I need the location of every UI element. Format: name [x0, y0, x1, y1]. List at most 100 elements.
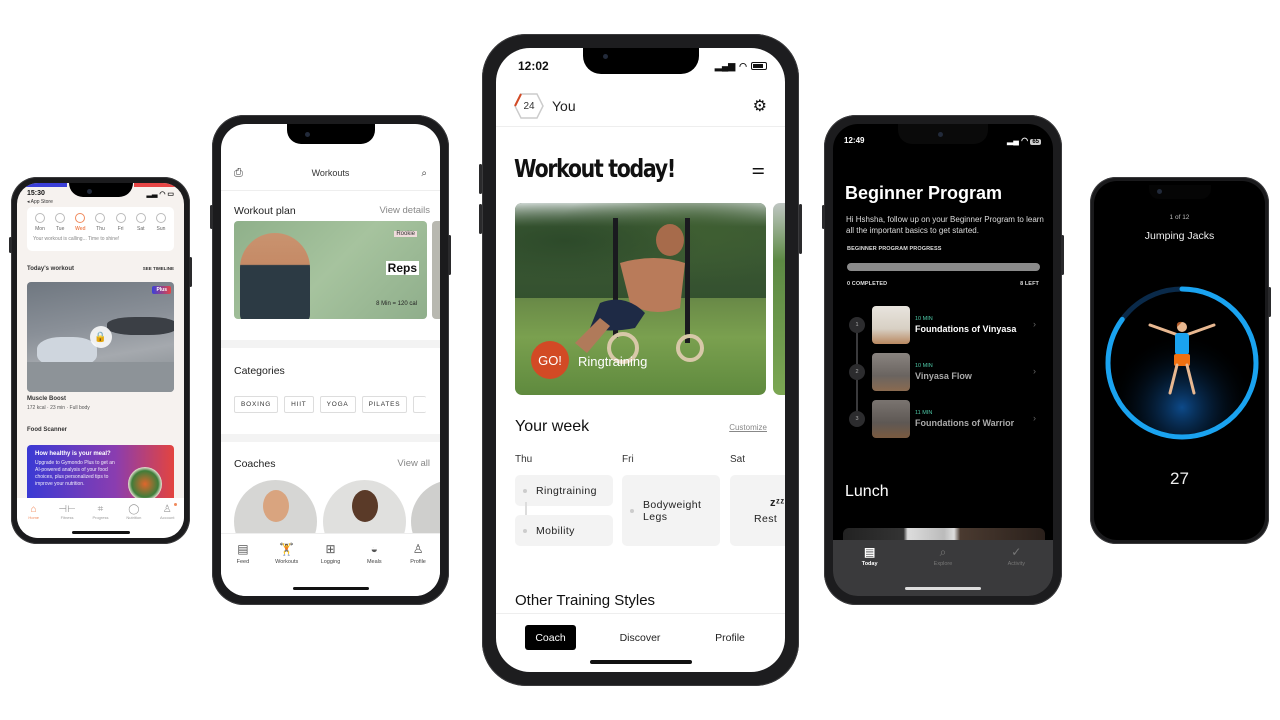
categories-header: Categories: [234, 365, 430, 377]
exercise-counter: 1 of 12: [1169, 214, 1190, 221]
rest-day-card[interactable]: zᶻᶻ Rest: [730, 475, 785, 546]
coach-face: [351, 490, 378, 522]
workout-name: Bodyweight Legs: [643, 498, 702, 523]
power-button: [1061, 235, 1064, 275]
profile-label[interactable]: You: [552, 98, 576, 114]
nav-profile[interactable]: Profile: [704, 625, 756, 650]
see-timeline-link[interactable]: SEE TIMELINE: [143, 266, 174, 272]
account-icon: ♙: [162, 504, 172, 515]
week-workout-item[interactable]: Bodyweight Legs: [622, 475, 720, 546]
phone-coach-today: 12:02 ▂▄▆ ◠ 24 You ⚙ Workout today! ⚌ GO…: [479, 34, 802, 686]
tab-label: Home: [28, 515, 40, 520]
nav-discover[interactable]: Discover: [610, 625, 670, 650]
week-day-fri[interactable]: Fri: [112, 213, 130, 232]
remaining-count: 8 LEFT: [1020, 281, 1039, 287]
workout-image-card[interactable]: Plus 🔒: [27, 282, 174, 392]
customize-link[interactable]: Customize: [729, 423, 767, 432]
profile-icon: ♙: [412, 542, 424, 556]
workout-plan-header: Workout plan View details: [234, 205, 430, 217]
category-chip-boxing[interactable]: BOXING: [234, 396, 279, 413]
phone-workouts: ⎙ Workouts ⌕ Workout plan View details R…: [210, 115, 451, 605]
sleep-icon: zᶻᶻ: [770, 496, 785, 509]
battery-icon: 65: [1030, 139, 1041, 145]
week-day-thu[interactable]: Thu: [91, 213, 109, 232]
tab-label: Today: [861, 561, 878, 567]
athlete-figure: [107, 317, 174, 335]
workout-plan-card[interactable]: Rookie Reps 8 Min = 120 cal: [234, 221, 427, 319]
wifi-icon: ◠: [739, 60, 747, 71]
progress-icon: ⌗: [97, 504, 104, 515]
home-indicator: [905, 587, 981, 590]
exercise-name: Jumping Jacks: [1144, 230, 1215, 242]
program-title: Beginner Program: [845, 183, 1003, 203]
tab-label: Activity: [1007, 561, 1026, 567]
tab-today[interactable]: ▤ Today: [845, 545, 895, 596]
salad-bowl-image: [128, 467, 162, 501]
workout-name: Mobility: [536, 524, 575, 537]
section-heading: Workout plan: [234, 205, 296, 217]
volume-button: [479, 164, 482, 194]
volume-button: [822, 205, 825, 229]
saved-workouts-icon[interactable]: ⎙: [234, 167, 243, 180]
power-button: [448, 235, 451, 275]
lesson-number: 1: [849, 317, 865, 333]
streak-badge[interactable]: 24: [514, 93, 544, 119]
workout-title: Muscle Boost: [27, 396, 67, 402]
category-chip-yoga[interactable]: YOGA: [319, 396, 356, 413]
category-chip-pilates[interactable]: PILATES: [361, 396, 408, 413]
activity-icon: ✓: [1011, 545, 1022, 559]
fitness-icon: ⊣⊢: [58, 504, 76, 515]
view-details-link[interactable]: View details: [379, 205, 430, 217]
day-label: Sat: [730, 454, 746, 465]
search-icon[interactable]: ⌕: [421, 168, 427, 179]
food-card-body: Upgrade to Gymondo Plus to get an AI-pow…: [35, 460, 115, 487]
week-day-tue[interactable]: Tue: [51, 213, 69, 232]
category-chip-more[interactable]: [413, 396, 427, 413]
chevron-right-icon: ›: [1033, 366, 1036, 376]
back-to-app-store-link[interactable]: ◂ App Store: [27, 199, 53, 205]
category-chip-hiit[interactable]: HIIT: [284, 396, 314, 413]
lesson-name: Foundations of Vinyasa: [915, 324, 1017, 334]
workout-hero-card[interactable]: GO! Ringtraining: [515, 203, 766, 395]
rest-label: Rest: [754, 512, 778, 525]
power-button: [799, 204, 802, 254]
signal-icon: ▂▄▆: [714, 60, 736, 71]
gear-icon[interactable]: ⚙: [753, 96, 767, 116]
tab-account[interactable]: ♙ Account: [153, 503, 181, 538]
program-progress-bar: [847, 263, 1040, 271]
week-workout-item[interactable]: Mobility: [515, 515, 613, 546]
lesson-duration: 10 MIN: [915, 363, 933, 369]
divider: [496, 126, 785, 127]
view-all-link[interactable]: View all: [397, 458, 430, 470]
tab-home[interactable]: ⌂ Home: [20, 504, 48, 538]
lesson-duration: 10 MIN: [915, 316, 933, 322]
day-label: Fri: [622, 454, 634, 465]
go-button[interactable]: GO!: [531, 341, 569, 379]
next-workout-card[interactable]: [773, 203, 785, 395]
tab-label: Nutrition: [126, 515, 142, 520]
phone1-screen: 15:30 ▂▃ ◠ ▭ ◂ App Store Mon Tue Wed Thu Fri…: [17, 183, 184, 538]
tab-label: Fitness: [60, 515, 74, 520]
week-day-wed[interactable]: Wed: [71, 213, 89, 232]
day-label: Thu: [96, 226, 105, 232]
tab-feed[interactable]: ▤ Feed: [223, 542, 263, 596]
tab-activity[interactable]: ✓ Activity: [991, 545, 1041, 596]
plus-badge: Plus: [152, 286, 171, 294]
week-day-sat[interactable]: Sat: [132, 213, 150, 232]
filter-sliders-icon[interactable]: ⚌: [752, 160, 765, 178]
food-card-title: How healthy is your meal?: [35, 451, 111, 457]
nav-coach[interactable]: Coach: [525, 625, 576, 650]
progress-label: BEGINNER PROGRAM PROGRESS: [847, 246, 942, 252]
notch: [1148, 185, 1211, 199]
day-label: Sun: [156, 226, 166, 232]
tab-profile[interactable]: ♙ Profile: [398, 542, 438, 596]
status-icons: ▂▄▆ ◠: [715, 59, 767, 73]
week-day-sun[interactable]: Sun: [152, 213, 170, 232]
week-workout-item[interactable]: Ringtraining: [515, 475, 613, 506]
week-day-mon[interactable]: Mon: [31, 213, 49, 232]
lesson-number: 2: [849, 364, 865, 380]
day-progress-circle: [135, 213, 146, 223]
home-indicator: [589, 660, 692, 664]
explore-icon: ⌕: [939, 545, 947, 559]
next-plan-card[interactable]: [432, 221, 440, 319]
